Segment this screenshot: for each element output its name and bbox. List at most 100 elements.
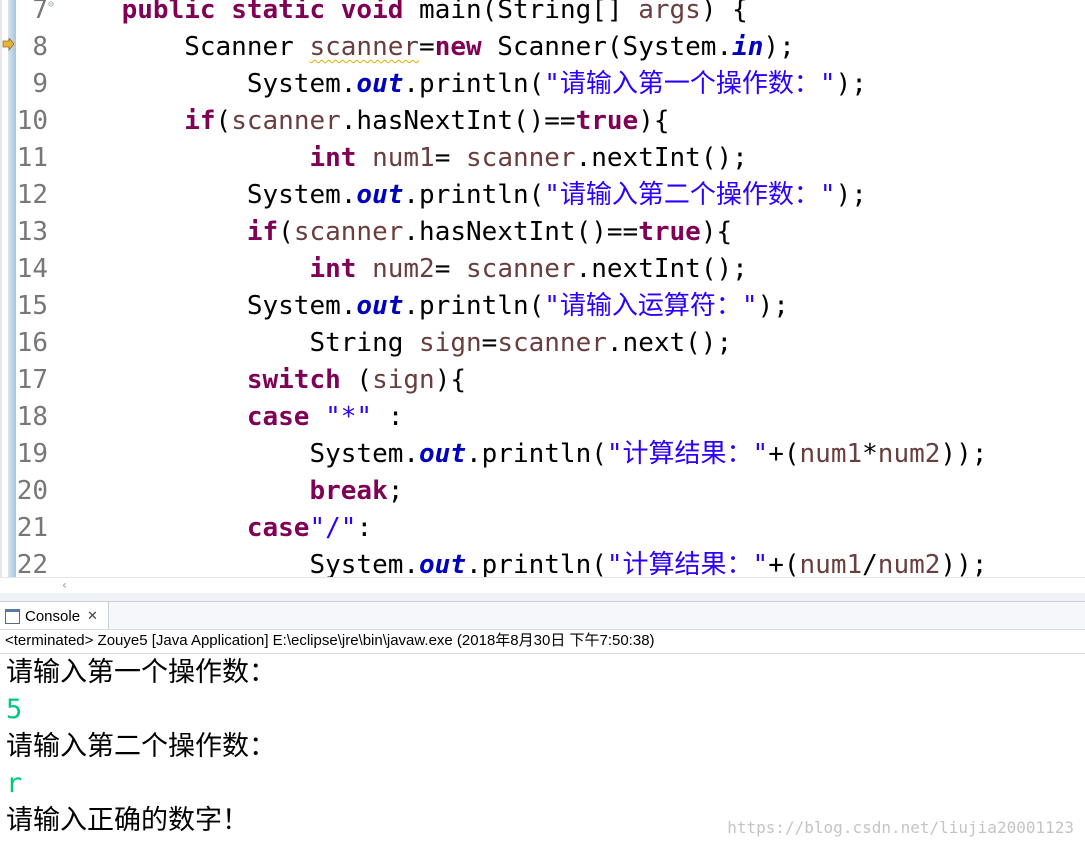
watermark: https://blog.csdn.net/liujia20001123 (727, 818, 1074, 837)
code-line[interactable]: 22 System.out.println("计算结果："+(num1/num2… (0, 547, 1085, 577)
line-number: 22 (16, 550, 48, 577)
code-token: new (434, 32, 482, 62)
code-token: scanner (466, 254, 576, 284)
console-output-line: 请输入正确的数字！ (6, 805, 249, 836)
code-token: "/" (309, 513, 357, 543)
code-token: public (121, 0, 216, 25)
console-icon (5, 608, 20, 624)
code-token: sign (372, 365, 435, 395)
editor-horizontal-scrollbar[interactable]: ‹ (0, 577, 1085, 594)
code-token: Scanner (59, 32, 310, 62)
code-token: .println( (403, 69, 545, 99)
code-token: ) { (700, 0, 748, 25)
code-token: true (638, 217, 701, 247)
code-token: switch (246, 365, 341, 395)
code-token: System. (59, 69, 357, 99)
scroll-left-arrow-icon[interactable]: ‹ (62, 578, 67, 592)
fold-collapse-icon[interactable]: ⊖ (48, 0, 58, 10)
code-text: String sign=scanner.next(); (59, 325, 732, 362)
line-number: 13 (16, 217, 48, 247)
code-line[interactable]: 12 System.out.println("请输入第二个操作数："); (0, 177, 1085, 214)
tab-console[interactable]: Console ✕ (0, 602, 109, 630)
code-token: System. (59, 291, 357, 321)
line-number: 12 (16, 180, 48, 210)
console-output[interactable]: 请输入第一个操作数： 5 请输入第二个操作数： r 请输入正确的数字！ https://… (0, 653, 1085, 846)
close-icon[interactable]: ✕ (87, 609, 98, 624)
code-token: .hasNextInt()== (340, 106, 576, 136)
code-text: Scanner scanner=new Scanner(System.in); (59, 29, 795, 66)
code-line[interactable]: 16 String sign=scanner.next(); (0, 325, 1085, 362)
code-line[interactable]: 18 case "*" : (0, 399, 1085, 436)
code-token: "请输入运算符：" (544, 291, 758, 321)
code-token: .println( (466, 550, 607, 577)
code-line[interactable]: 14 int num2= scanner.nextInt(); (0, 251, 1085, 288)
code-line[interactable]: 13 if(scanner.hasNextInt()==true){ (0, 214, 1085, 251)
code-token: static (231, 0, 326, 25)
code-line[interactable]: 20 break; (0, 473, 1085, 510)
code-line[interactable]: 11 int num1= scanner.nextInt(); (0, 140, 1085, 177)
code-token: )); (940, 439, 988, 469)
code-token: : (356, 513, 373, 543)
code-text: System.out.println("请输入第二个操作数："); (59, 177, 867, 214)
code-line[interactable]: 9 System.out.println("请输入第一个操作数："); (0, 66, 1085, 103)
code-text: System.out.println("计算结果："+(num1*num2)); (59, 436, 987, 473)
code-token: ( (215, 106, 232, 136)
code-token: )); (940, 550, 988, 577)
code-token: System. (59, 550, 420, 577)
line-number: 15 (16, 291, 48, 321)
code-token: = (434, 254, 467, 284)
code-token: ); (763, 32, 795, 62)
code-token: ( (278, 217, 294, 247)
code-token: ){ (638, 106, 670, 136)
code-text: case"/": (59, 510, 372, 547)
line-number: 20 (16, 476, 48, 506)
console-user-input: 5 (6, 694, 23, 725)
code-text: System.out.println("请输入运算符："); (59, 288, 789, 325)
code-text: int num2= scanner.nextInt(); (59, 251, 748, 288)
code-editor[interactable]: 7 ⊖ public static void main(String[] args… (0, 0, 1085, 577)
code-line[interactable]: 17 switch (sign){ (0, 362, 1085, 399)
code-line[interactable]: 19 System.out.println("计算结果："+(num1*num2… (0, 436, 1085, 473)
code-token: case (246, 513, 310, 543)
code-text: public static void main(String[] args) { (59, 0, 748, 29)
code-token: out (356, 180, 404, 210)
code-text: if(scanner.hasNextInt()==true){ (59, 103, 670, 140)
code-text: case "*" : (59, 399, 404, 436)
code-token: break (309, 476, 388, 506)
code-token: +( (768, 439, 800, 469)
code-token: out (356, 291, 404, 321)
line-number: 7 (32, 0, 48, 25)
code-line[interactable]: 21 case"/": (0, 510, 1085, 547)
code-line[interactable]: 7 ⊖ public static void main(String[] args… (0, 0, 1085, 29)
code-token: num1 (372, 143, 435, 173)
code-token: .nextInt(); (575, 254, 748, 284)
code-token: = (419, 32, 435, 62)
code-token: if (184, 106, 216, 136)
code-token: out (356, 69, 404, 99)
code-token: scanner (231, 106, 341, 136)
code-token: void (340, 0, 404, 25)
code-token: scanner (309, 32, 420, 62)
code-line[interactable]: 10 if(scanner.hasNextInt()==true){ (0, 103, 1085, 140)
code-token: +( (768, 550, 800, 577)
code-token: ); (835, 180, 867, 210)
code-line[interactable]: 8 Scanner scanner=new Scanner(System.in)… (0, 29, 1085, 66)
console-output-line: 请输入第二个操作数： (6, 731, 276, 762)
code-line[interactable]: 15 System.out.println("请输入运算符："); (0, 288, 1085, 325)
code-token: "*" (325, 402, 373, 432)
code-text: System.out.println("请输入第一个操作数："); (59, 66, 867, 103)
code-token: .println( (466, 439, 607, 469)
